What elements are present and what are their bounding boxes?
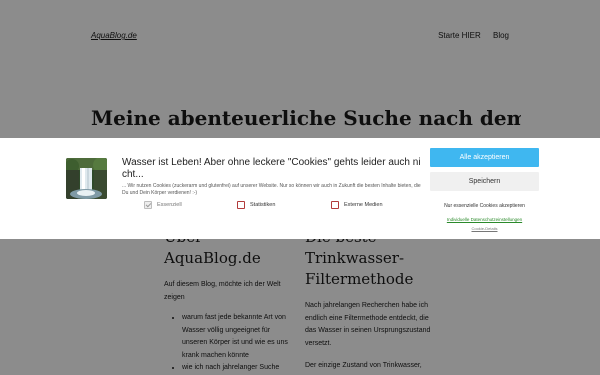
checkbox-essential-label: Essenziell bbox=[157, 202, 182, 208]
waterfall-image bbox=[66, 158, 107, 199]
checkbox-essential[interactable]: Essenziell bbox=[144, 201, 182, 209]
cookie-details-link[interactable]: Cookie-Details bbox=[430, 226, 539, 231]
consent-text: ... Wir nutzen Cookies (zuckerarm und gl… bbox=[122, 183, 421, 196]
checkbox-external-media[interactable]: Externe Medien bbox=[331, 201, 383, 209]
checkbox-external-media-label: Externe Medien bbox=[344, 202, 383, 208]
checkbox-empty-icon[interactable] bbox=[237, 201, 245, 209]
checkbox-statistics-label: Statistiken bbox=[250, 202, 276, 208]
waterfall-photo-icon bbox=[66, 158, 107, 199]
consent-checkboxes: Essenziell Statistiken Externe Medien bbox=[144, 201, 414, 211]
checkbox-checked-icon[interactable] bbox=[144, 201, 152, 209]
save-button[interactable]: Speichern bbox=[430, 172, 539, 191]
checkbox-empty-icon[interactable] bbox=[331, 201, 339, 209]
privacy-settings-link[interactable]: Individuelle Datenschutzeinstellungen bbox=[430, 217, 539, 222]
consent-title: Wasser ist Leben! Aber ohne leckere "Coo… bbox=[122, 157, 421, 180]
accept-all-button[interactable]: Alle akzeptieren bbox=[430, 148, 539, 167]
cookie-consent-banner: Wasser ist Leben! Aber ohne leckere "Coo… bbox=[0, 138, 600, 239]
checkbox-statistics[interactable]: Statistiken bbox=[237, 201, 275, 209]
accept-essential-button[interactable]: Nur essenzielle Cookies akzeptieren bbox=[430, 196, 539, 215]
